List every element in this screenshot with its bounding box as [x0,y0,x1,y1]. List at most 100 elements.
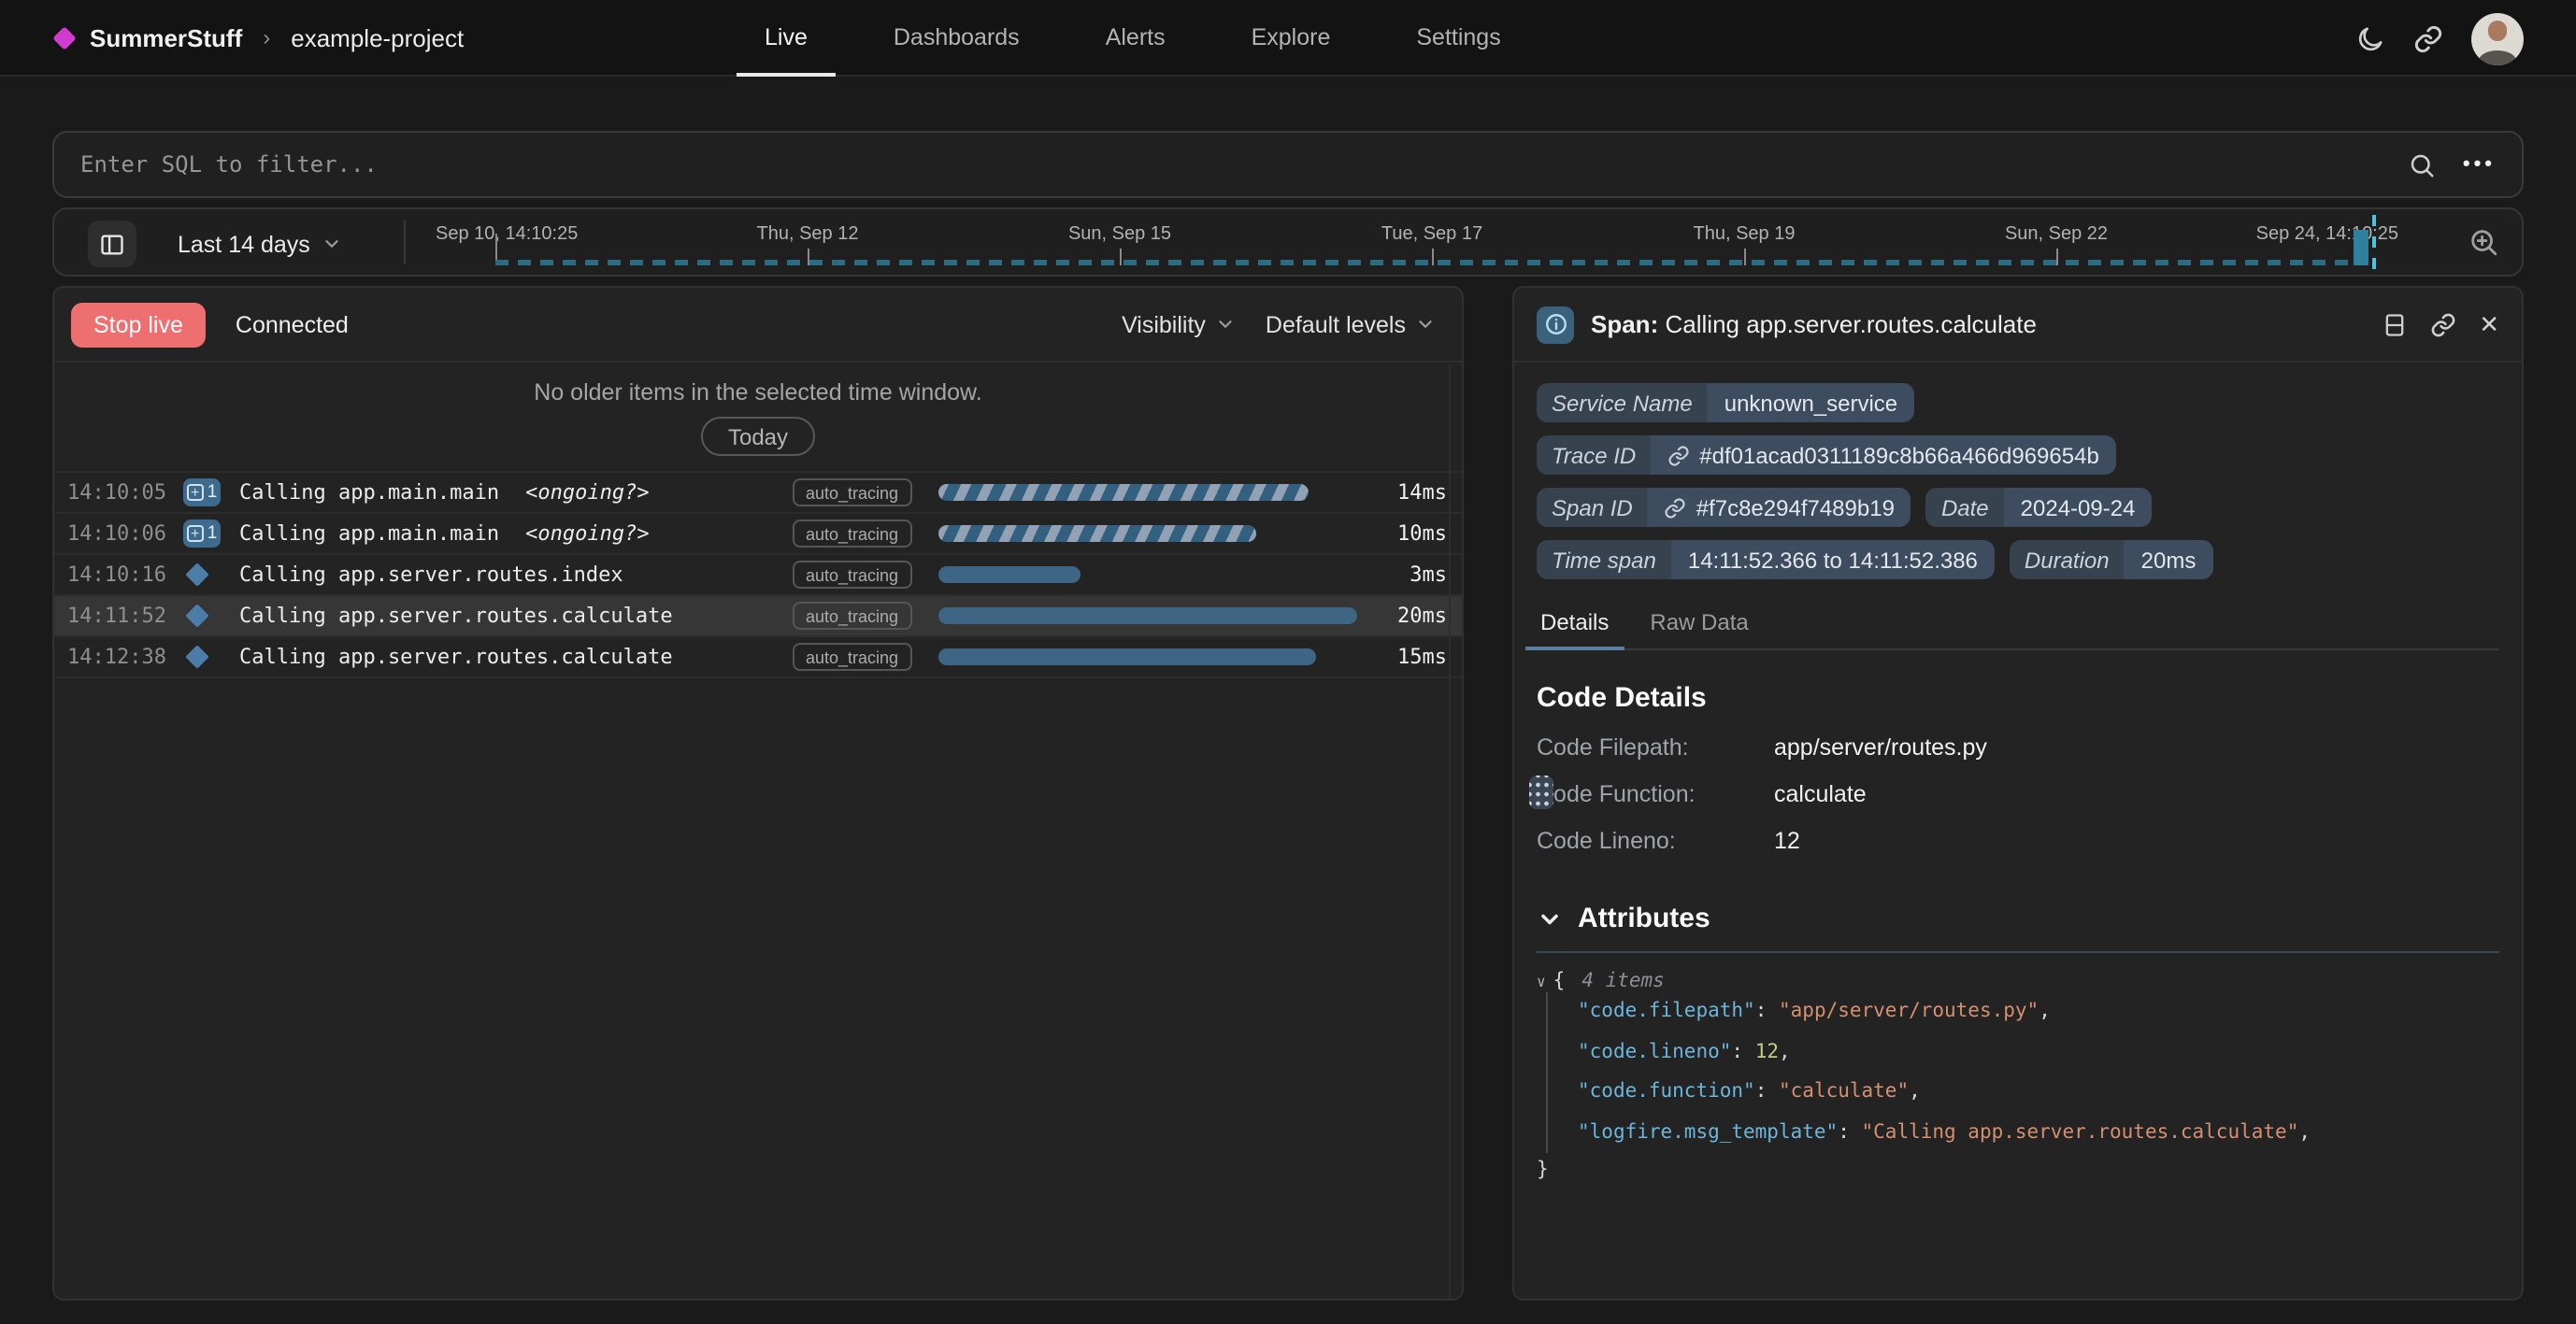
json-close-brace: } [1537,1153,2499,1187]
tag-auto-tracing[interactable]: auto_tracing [793,561,911,589]
timeline-start-label: Sep 10, 14:10:25 [436,224,578,245]
project-name[interactable]: example-project [291,23,464,51]
duration-bar [938,484,1309,501]
time-range-dropdown[interactable]: Last 14 days [178,209,342,278]
json-body: code.filepathapp/server/routes.py code.l… [1546,992,2499,1153]
duration-value: 20ms [1365,604,1447,628]
expand-children-badge[interactable]: +1 [183,520,228,548]
code-detail-row: Code Filepath: app/server/routes.py [1537,734,2499,761]
live-log-panel: Stop live Connected Visibility Default l… [52,286,1464,1301]
expand-children-badge[interactable]: +1 [183,478,228,506]
span-panel-header: Span: Calling app.server.routes.calculat… [1514,288,2522,363]
json-items-count: 4 items [1581,970,1665,992]
copy-link-icon[interactable] [2430,311,2456,337]
json-entry: code.functioncalculate [1578,1073,2499,1113]
empty-state: No older items in the selected time wind… [54,363,1462,473]
code-lineno-value: 12 [1774,828,1800,854]
attributes-section-header[interactable]: Attributes [1537,903,2499,934]
today-button[interactable]: Today [702,417,814,456]
collapse-caret-icon[interactable]: ∨ [1537,973,1546,989]
main-split: Stop live Connected Visibility Default l… [52,286,2524,1301]
nav-tabs: Live Dashboards Alerts Explore Settings [759,0,1507,77]
code-function-label: Code Function: [1537,781,1774,807]
meta-badge-row: Span ID #f7c8e294f7489b19 Date 2024-09-2… [1537,488,2499,527]
log-row[interactable]: 14:10:05 +1 Calling app.main.main<ongoin… [54,473,1462,514]
dock-panel-icon[interactable] [2382,311,2408,337]
service-name-badge: Service Name unknown_service [1537,383,1914,422]
close-icon[interactable]: ✕ [2479,309,2499,339]
span-id-badge[interactable]: Span ID #f7c8e294f7489b19 [1537,488,1911,527]
timeline-cursor[interactable] [2372,215,2376,269]
service-name-label: Service Name [1537,383,1708,422]
sidebar-toggle-icon[interactable] [88,221,136,267]
log-timestamp: 14:12:38 [67,645,172,669]
share-link-icon[interactable] [2413,23,2443,53]
trace-id-label: Trace ID [1537,435,1651,475]
duration-value: 14ms [1365,480,1447,505]
log-message: Calling app.main.main<ongoing?> [239,521,781,546]
tab-alerts[interactable]: Alerts [1100,0,1171,77]
search-icon[interactable] [2409,150,2437,178]
org-name[interactable]: SummerStuff [90,23,242,51]
code-function-value: calculate [1774,781,1867,807]
tag-auto-tracing[interactable]: auto_tracing [793,478,911,506]
chevron-down-icon [1537,905,1563,932]
timeline-tick-label: Thu, Sep 12 [757,224,859,245]
sql-filter-actions: ••• [2409,150,2496,178]
timeline-activity-line[interactable] [495,260,2350,265]
log-message: Calling app.server.routes.calculate [239,604,781,628]
stop-live-button[interactable]: Stop live [71,302,206,347]
span-diamond-icon [183,648,228,665]
log-timestamp: 14:11:52 [67,604,172,628]
user-avatar[interactable] [2471,12,2524,64]
app-window: SummerStuff › example-project Live Dashb… [0,0,2576,1324]
duration-badge: Duration 20ms [2010,540,2212,579]
log-row[interactable]: 14:12:38 Calling app.server.routes.calcu… [54,637,1462,678]
span-id-label: Span ID [1537,488,1648,527]
chevron-down-icon [322,234,342,254]
duration-bar [938,525,1256,542]
tab-details[interactable]: Details [1537,602,1612,648]
divider [1537,951,2499,953]
log-row[interactable]: 14:10:06 +1 Calling app.main.main<ongoin… [54,514,1462,555]
visibility-dropdown[interactable]: Visibility [1122,311,1236,337]
link-icon [1667,444,1690,466]
timeline-activity-spike[interactable] [2354,230,2368,265]
chevron-down-icon [1215,314,1236,335]
tag-auto-tracing[interactable]: auto_tracing [793,643,911,671]
json-open-brace: { [1553,970,1566,992]
duration-label: Duration [2010,540,2125,579]
logfire-logo-icon[interactable] [52,25,76,49]
log-row[interactable]: 14:10:16 Calling app.server.routes.index… [54,555,1462,596]
duration-value: 10ms [1365,521,1447,546]
attributes-heading: Attributes [1578,903,1710,934]
span-panel-body: Service Name unknown_service Trace ID #d… [1514,363,2522,1187]
date-value: 2024-09-24 [2004,488,2153,527]
tab-settings[interactable]: Settings [1410,0,1506,77]
tab-raw-data[interactable]: Raw Data [1646,602,1752,648]
tab-dashboards[interactable]: Dashboards [888,0,1025,77]
zoom-in-icon[interactable] [2468,226,2499,267]
dark-mode-moon-icon[interactable] [2355,23,2385,53]
expand-plus-icon: + [187,484,204,501]
duration-bar [938,648,1316,665]
log-message: Calling app.server.routes.calculate [239,645,781,669]
tag-auto-tracing[interactable]: auto_tracing [793,520,911,548]
duration-bar [938,566,1080,583]
tag-auto-tracing[interactable]: auto_tracing [793,602,911,630]
breadcrumb-separator: › [259,24,274,50]
sql-filter-input[interactable] [80,151,2409,178]
tab-live[interactable]: Live [759,0,813,77]
trace-id-badge[interactable]: Trace ID #df01acad0311189c8b66a466d96965… [1537,435,2116,475]
log-row-selected[interactable]: 14:11:52 Calling app.server.routes.calcu… [54,596,1462,637]
top-nav: SummerStuff › example-project Live Dashb… [0,0,2576,77]
divider [404,221,406,263]
panel-resize-handle[interactable] [1529,776,1553,809]
tab-explore[interactable]: Explore [1246,0,1337,77]
log-message: Calling app.main.main<ongoing?> [239,480,781,505]
scrollbar-track[interactable] [1449,364,1451,1299]
duration-bar [938,607,1357,624]
json-entry: code.lineno12 [1578,1032,2499,1073]
default-levels-dropdown[interactable]: Default levels [1266,311,1436,337]
more-options-icon[interactable]: ••• [2463,153,2496,176]
